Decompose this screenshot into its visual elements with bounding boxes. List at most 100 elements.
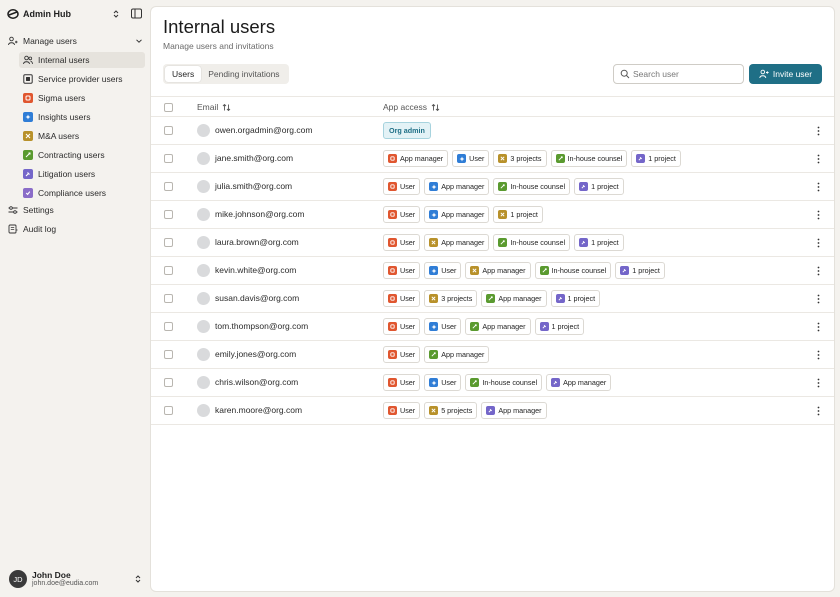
row-checkbox[interactable] — [164, 322, 173, 331]
table-row[interactable]: tom.thompson@org.com User User App manager 1… — [151, 313, 834, 341]
app-access-chip[interactable]: App manager — [424, 206, 490, 223]
more-options-icon[interactable] — [813, 181, 823, 193]
more-options-icon[interactable] — [813, 377, 823, 389]
app-access-chip[interactable]: User — [383, 374, 421, 391]
app-access-chip[interactable]: User — [383, 318, 421, 335]
mna-icon — [498, 154, 508, 163]
table-row[interactable]: emily.jones@org.com User App manager — [151, 341, 834, 369]
chevron-updown-icon[interactable] — [111, 8, 121, 20]
sidebar-item-insights-users[interactable]: Insights users — [19, 109, 145, 125]
sidebar-item-service-provider-users[interactable]: Service provider users — [19, 71, 145, 87]
table-row[interactable]: karen.moore@org.com User 5 projects App man… — [151, 397, 834, 425]
app-access-chip[interactable]: User — [383, 290, 421, 307]
sidebar-item-internal-users[interactable]: Internal users — [19, 52, 145, 68]
more-options-icon[interactable] — [813, 125, 823, 137]
invite-user-button[interactable]: Invite user — [749, 64, 822, 84]
row-checkbox[interactable] — [164, 266, 173, 275]
more-options-icon[interactable] — [813, 237, 823, 249]
select-all-checkbox[interactable] — [164, 103, 173, 112]
user-menu[interactable]: JD John Doe john.doe@eudia.com — [9, 569, 143, 589]
app-access-chip[interactable]: App manager — [481, 402, 547, 419]
app-access-chip[interactable]: App manager — [424, 178, 490, 195]
app-access-chip[interactable]: User — [383, 262, 421, 279]
app-access-chip[interactable]: User — [383, 178, 421, 195]
more-options-icon[interactable] — [813, 265, 823, 277]
app-access-chip[interactable]: 1 project — [534, 318, 585, 335]
app-access-chip[interactable]: App manager — [481, 290, 547, 307]
tab-pending-invitations[interactable]: Pending invitations — [201, 66, 286, 82]
row-checkbox[interactable] — [164, 406, 173, 415]
app-access-chip[interactable]: User — [383, 206, 421, 223]
app-access-chip[interactable]: In-house counsel — [534, 262, 612, 279]
user-email: john.doe@eudia.com — [32, 580, 99, 588]
sidebar-toggle-icon[interactable] — [131, 8, 143, 20]
app-access-chip[interactable]: 1 project — [631, 150, 681, 167]
app-access-chip[interactable]: User — [424, 262, 462, 279]
chevron-updown-icon[interactable] — [133, 573, 143, 585]
more-options-icon[interactable] — [813, 153, 823, 165]
column-email[interactable]: Email — [197, 102, 231, 112]
app-access-chip[interactable]: App manager — [546, 374, 612, 391]
app-access-chip[interactable]: In-house counsel — [493, 178, 571, 195]
more-options-icon[interactable] — [813, 349, 823, 361]
search-input[interactable] — [633, 69, 738, 79]
app-access-chip[interactable]: 1 project — [574, 178, 624, 195]
chip-label: In-house counsel — [482, 378, 538, 387]
table-row[interactable]: mike.johnson@org.com User App manager 1 pro… — [151, 201, 834, 229]
table-row[interactable]: jane.smith@org.com App manager User 3 proje… — [151, 145, 834, 173]
user-email: julia.smith@org.com — [215, 181, 293, 191]
sidebar-item-compliance-users[interactable]: Compliance users — [19, 185, 145, 201]
app-access-chip[interactable]: 5 projects — [424, 402, 478, 419]
app-access-chip[interactable]: 1 project — [493, 206, 543, 223]
app-access-chip[interactable]: 3 projects — [424, 290, 478, 307]
app-access-chip[interactable]: In-house counsel — [465, 374, 543, 391]
more-options-icon[interactable] — [813, 405, 823, 417]
app-access-chip[interactable]: In-house counsel — [493, 234, 571, 251]
app-access-chip[interactable]: User — [383, 234, 421, 251]
table-row[interactable]: kevin.white@org.com User User App manager In… — [151, 257, 834, 285]
sidebar-item-mna-users[interactable]: M&A users — [19, 128, 145, 144]
row-checkbox[interactable] — [164, 378, 173, 387]
table-row[interactable]: owen.orgadmin@org.com Org admin — [151, 117, 834, 145]
app-access-chip[interactable]: App manager — [383, 150, 449, 167]
sidebar-item-audit-log[interactable]: Audit log — [8, 221, 144, 237]
row-checkbox[interactable] — [164, 154, 173, 163]
app-access-chip[interactable]: App manager — [465, 262, 531, 279]
tab-users[interactable]: Users — [165, 66, 202, 82]
sidebar-item-contracting-users[interactable]: Contracting users — [19, 147, 145, 163]
app-access-chip[interactable]: App manager — [465, 318, 531, 335]
app-access-chip[interactable]: User — [383, 346, 421, 363]
app-access-chip[interactable]: 3 projects — [493, 150, 547, 167]
app-switcher[interactable]: Admin Hub — [7, 7, 143, 21]
app-access-chip[interactable]: User — [424, 374, 462, 391]
app-access-chip[interactable]: 1 project — [550, 290, 601, 307]
more-options-icon[interactable] — [813, 293, 823, 305]
app-access-chip[interactable]: User — [383, 402, 421, 419]
table-row[interactable]: chris.wilson@org.com User User In-house cou… — [151, 369, 834, 397]
column-app-access[interactable]: App access — [383, 102, 440, 112]
sidebar-item-sigma-users[interactable]: Sigma users — [19, 90, 145, 106]
table-row[interactable]: susan.davis@org.com User 3 projects App man… — [151, 285, 834, 313]
row-checkbox[interactable] — [164, 294, 173, 303]
app-access-chip[interactable]: User — [452, 150, 490, 167]
row-checkbox[interactable] — [164, 126, 173, 135]
sidebar-item-litigation-users[interactable]: Litigation users — [19, 166, 145, 182]
chip-label: 1 project — [591, 238, 619, 247]
more-options-icon[interactable] — [813, 209, 823, 221]
table-row[interactable]: laura.brown@org.com User App manager In-hou… — [151, 229, 834, 257]
search-box[interactable] — [613, 64, 744, 84]
app-access-chip[interactable]: In-house counsel — [550, 150, 628, 167]
app-access-chip[interactable]: App manager — [424, 346, 490, 363]
app-access-chip[interactable]: 1 project — [574, 234, 624, 251]
table-row[interactable]: julia.smith@org.com User App manager In-hou… — [151, 173, 834, 201]
sidebar-section-manage-users[interactable]: Manage users — [8, 33, 144, 49]
app-access-chip[interactable]: App manager — [424, 234, 490, 251]
row-checkbox[interactable] — [164, 210, 173, 219]
row-checkbox[interactable] — [164, 182, 173, 191]
row-checkbox[interactable] — [164, 238, 173, 247]
app-access-chip[interactable]: User — [424, 318, 462, 335]
row-checkbox[interactable] — [164, 350, 173, 359]
more-options-icon[interactable] — [813, 321, 823, 333]
app-access-chip[interactable]: 1 project — [615, 262, 665, 279]
sidebar-item-settings[interactable]: Settings — [8, 202, 144, 218]
